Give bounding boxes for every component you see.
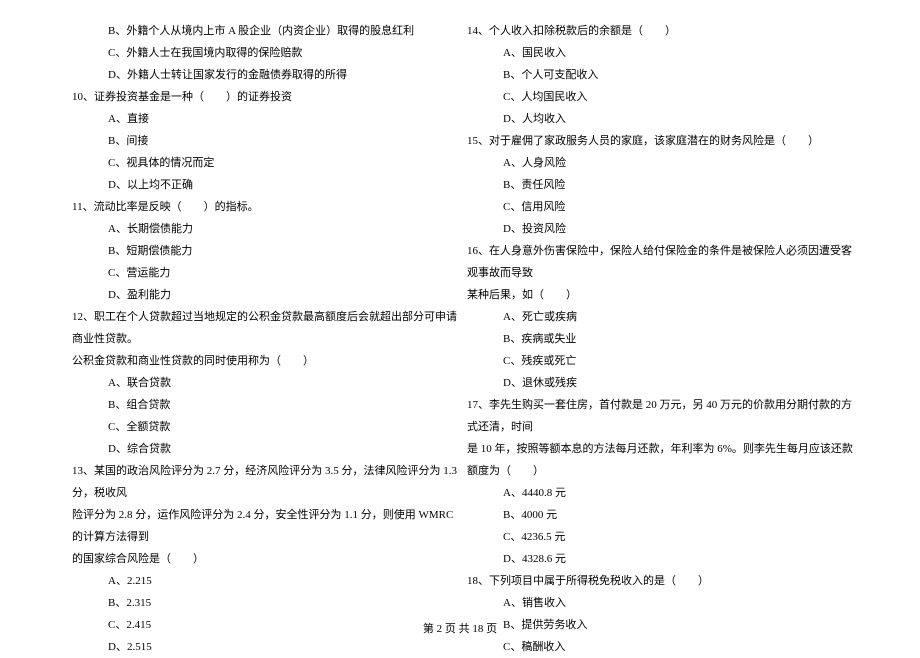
q10-option-a: A、直接 xyxy=(108,108,465,130)
q14-option-d: D、人均收入 xyxy=(503,108,860,130)
q17-option-c: C、4236.5 元 xyxy=(503,526,860,548)
q11-option-b: B、短期偿债能力 xyxy=(108,240,465,262)
q12-option-a: A、联合贷款 xyxy=(108,372,465,394)
question-11: 11、流动比率是反映（ ）的指标。 xyxy=(72,196,465,218)
q12-option-b: B、组合贷款 xyxy=(108,394,465,416)
question-13-cont1: 险评分为 2.8 分，运作风险评分为 2.4 分，安全性评分为 1.1 分，则使… xyxy=(72,504,465,548)
q13-option-a: A、2.215 xyxy=(108,570,465,592)
q14-option-c: C、人均国民收入 xyxy=(503,86,860,108)
q18-option-c: C、稿酬收入 xyxy=(503,636,860,658)
left-column: B、外籍个人从境内上市 A 股企业（内资企业）取得的股息红利 C、外籍人士在我国… xyxy=(30,20,475,610)
q11-option-d: D、盈利能力 xyxy=(108,284,465,306)
option-b: B、外籍个人从境内上市 A 股企业（内资企业）取得的股息红利 xyxy=(108,20,465,42)
question-17: 17、李先生购买一套住房，首付款是 20 万元，另 40 万元的价款用分期付款的… xyxy=(467,394,860,438)
question-12-cont: 公积金贷款和商业性贷款的同时使用称为（ ） xyxy=(72,350,465,372)
question-13-cont2: 的国家综合风险是（ ） xyxy=(72,548,465,570)
right-column: 14、个人收入扣除税款后的余额是（ ） A、国民收入 B、个人可支配收入 C、人… xyxy=(475,20,890,610)
q16-option-d: D、退休或残疾 xyxy=(503,372,860,394)
q11-option-c: C、营运能力 xyxy=(108,262,465,284)
q15-option-d: D、投资风险 xyxy=(503,218,860,240)
q17-option-a: A、4440.8 元 xyxy=(503,482,860,504)
q15-option-a: A、人身风险 xyxy=(503,152,860,174)
question-10: 10、证券投资基金是一种（ ）的证券投资 xyxy=(72,86,465,108)
q18-option-b: B、提供劳务收入 xyxy=(503,614,860,636)
option-d: D、外籍人士转让国家发行的金融债券取得的所得 xyxy=(108,64,465,86)
q16-option-b: B、疾病或失业 xyxy=(503,328,860,350)
q13-option-d: D、2.515 xyxy=(108,636,465,658)
q12-option-c: C、全额贷款 xyxy=(108,416,465,438)
q14-option-a: A、国民收入 xyxy=(503,42,860,64)
q13-option-c: C、2.415 xyxy=(108,614,465,636)
question-15: 15、对于雇佣了家政服务人员的家庭，该家庭潜在的财务风险是（ ） xyxy=(467,130,860,152)
question-12: 12、职工在个人贷款超过当地规定的公积金贷款最高额度后会就超出部分可申请商业性贷… xyxy=(72,306,465,350)
question-14: 14、个人收入扣除税款后的余额是（ ） xyxy=(467,20,860,42)
q10-option-d: D、以上均不正确 xyxy=(108,174,465,196)
q17-option-d: D、4328.6 元 xyxy=(503,548,860,570)
q13-option-b: B、2.315 xyxy=(108,592,465,614)
q18-option-a: A、销售收入 xyxy=(503,592,860,614)
q10-option-b: B、间接 xyxy=(108,130,465,152)
question-16: 16、在人身意外伤害保险中，保险人给付保险金的条件是被保险人必须因遭受客观事故而… xyxy=(467,240,860,284)
document-page: B、外籍个人从境内上市 A 股企业（内资企业）取得的股息红利 C、外籍人士在我国… xyxy=(0,0,920,620)
q15-option-b: B、责任风险 xyxy=(503,174,860,196)
q17-option-b: B、4000 元 xyxy=(503,504,860,526)
q10-option-c: C、视具体的情况而定 xyxy=(108,152,465,174)
option-c: C、外籍人士在我国境内取得的保险赔款 xyxy=(108,42,465,64)
question-16-cont: 某种后果，如（ ） xyxy=(467,284,860,306)
question-17-cont: 是 10 年，按照等额本息的方法每月还款，年利率为 6%。则李先生每月应该还款额… xyxy=(467,438,860,482)
q14-option-b: B、个人可支配收入 xyxy=(503,64,860,86)
q12-option-d: D、综合贷款 xyxy=(108,438,465,460)
q16-option-c: C、残疾或死亡 xyxy=(503,350,860,372)
q15-option-c: C、信用风险 xyxy=(503,196,860,218)
question-13: 13、某国的政治风险评分为 2.7 分，经济风险评分为 3.5 分，法律风险评分… xyxy=(72,460,465,504)
q11-option-a: A、长期偿债能力 xyxy=(108,218,465,240)
question-18: 18、下列项目中属于所得税免税收入的是（ ） xyxy=(467,570,860,592)
q16-option-a: A、死亡或疾病 xyxy=(503,306,860,328)
